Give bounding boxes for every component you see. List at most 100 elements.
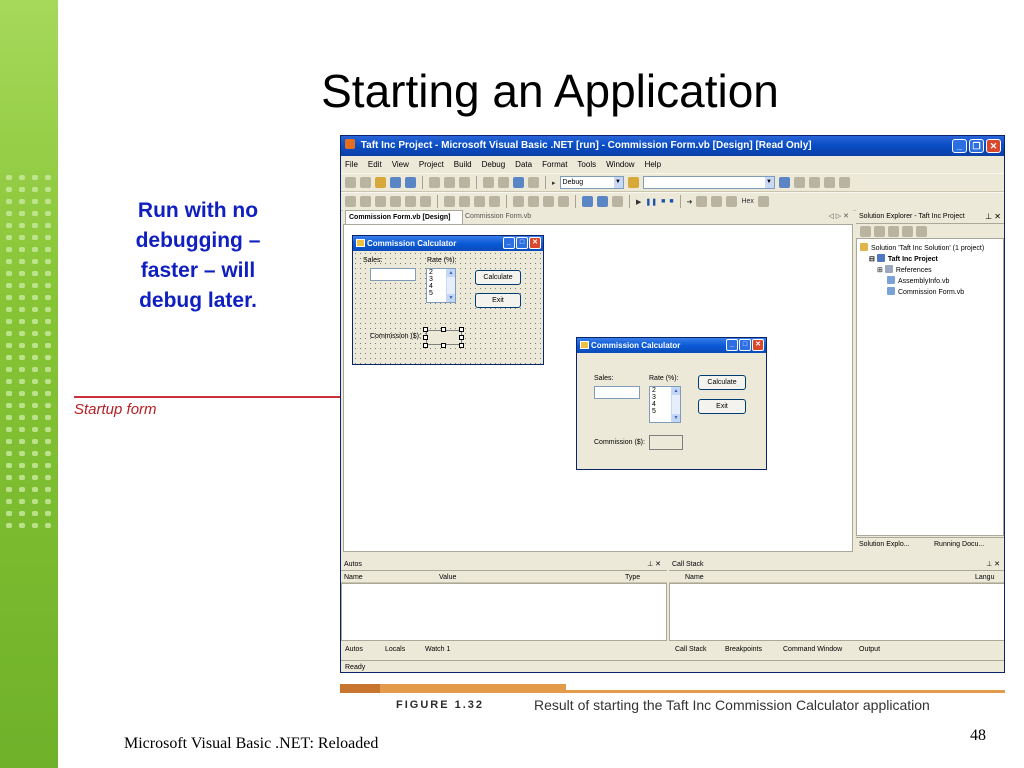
ide-title-bar[interactable]: Taft Inc Project - Microsoft Visual Basi… [341, 136, 1004, 156]
find-combo[interactable]: ▼ [642, 176, 775, 189]
tab-autos[interactable]: Autos [345, 643, 363, 657]
solution-explorer-icon[interactable] [778, 177, 790, 188]
step-out-icon[interactable] [726, 196, 738, 207]
selection-handle[interactable] [441, 343, 446, 348]
menu-format[interactable]: Format [542, 156, 567, 173]
design-time-form[interactable]: Commission Calculator _ □ ✕ Sales: Rate … [352, 235, 544, 365]
column-header[interactable]: Langu [975, 572, 994, 583]
restore-button[interactable]: ❐ [969, 139, 984, 153]
listbox-scrollbar[interactable]: ▲ ▼ [446, 269, 455, 302]
column-header[interactable]: Name [344, 572, 363, 583]
class-view-icon[interactable] [823, 177, 835, 188]
restart-icon[interactable]: ■ [669, 198, 673, 205]
tree-item-assemblyinfo[interactable]: AssemblyInfo.vb [887, 276, 949, 286]
tab-command-window[interactable]: Command Window [783, 643, 842, 657]
tree-item-solution[interactable]: Solution 'Taft Inc Solution' (1 project) [860, 243, 984, 253]
send-to-back-icon[interactable] [597, 196, 608, 207]
center-horizontally-icon[interactable] [543, 196, 554, 207]
align-lefts-icon[interactable] [345, 196, 356, 207]
make-same-size-icon[interactable] [474, 196, 485, 207]
selection-handle[interactable] [459, 327, 464, 332]
close-button[interactable]: ✕ [752, 339, 764, 351]
navigate-forward-icon[interactable] [528, 177, 539, 188]
tab-solution-explorer[interactable]: Solution Explo... [859, 538, 910, 552]
add-item-icon[interactable] [360, 177, 371, 188]
minimize-button[interactable]: _ [726, 339, 738, 351]
menu-project[interactable]: Project [419, 156, 444, 173]
continue-icon[interactable]: ▶ [636, 198, 641, 206]
toolbar-options-icon[interactable] [838, 177, 850, 188]
show-all-files-icon[interactable] [902, 226, 913, 237]
calculate-button[interactable]: Calculate [475, 270, 521, 285]
expand-icon[interactable]: ⊞ [877, 267, 885, 274]
menu-tools[interactable]: Tools [577, 156, 596, 173]
cut-icon[interactable] [429, 177, 440, 188]
menu-window[interactable]: Window [606, 156, 634, 173]
listbox-scrollbar[interactable]: ▲ ▼ [671, 387, 680, 422]
tab-locals[interactable]: Locals [385, 643, 405, 657]
sales-textbox[interactable] [370, 268, 416, 281]
tab-breakpoints[interactable]: Breakpoints [725, 643, 762, 657]
lock-controls-icon[interactable] [612, 196, 623, 207]
tree-item-project[interactable]: ⊟ Taft Inc Project [869, 254, 938, 264]
align-tops-icon[interactable] [390, 196, 401, 207]
pin-close-icons[interactable]: ⊥ ✕ [986, 558, 1000, 571]
find-icon[interactable] [627, 177, 639, 188]
redo-icon[interactable] [498, 177, 509, 188]
menu-edit[interactable]: Edit [368, 156, 382, 173]
running-form[interactable]: Commission Calculator _ □ ✕ Sales: Rate … [576, 337, 767, 470]
new-project-icon[interactable] [345, 177, 356, 188]
menu-data[interactable]: Data [515, 156, 532, 173]
align-centers-icon[interactable] [360, 196, 371, 207]
tree-item-commission-form[interactable]: Commission Form.vb [887, 287, 964, 297]
horizontal-spacing-icon[interactable] [513, 196, 524, 207]
save-icon[interactable] [390, 177, 401, 188]
scroll-down-icon[interactable]: ▼ [672, 414, 680, 422]
maximize-button[interactable]: □ [739, 339, 751, 351]
step-into-icon[interactable] [696, 196, 708, 207]
tab-running-documents[interactable]: Running Docu... [934, 538, 984, 552]
open-folder-icon[interactable] [375, 177, 386, 188]
show-next-statement-icon[interactable]: ➜ [687, 198, 693, 206]
vertical-spacing-icon[interactable] [528, 196, 539, 207]
pin-close-icons[interactable]: ⊥ ✕ [647, 558, 661, 571]
selection-handle[interactable] [423, 335, 428, 340]
make-same-height-icon[interactable] [459, 196, 470, 207]
tab-scroll-close-controls[interactable]: ◁ ▷ ✕ [828, 210, 849, 224]
tab-output[interactable]: Output [859, 643, 880, 657]
center-vertically-icon[interactable] [558, 196, 569, 207]
navigate-back-icon[interactable] [513, 177, 524, 188]
close-button[interactable]: ✕ [986, 139, 1001, 153]
running-form-title-bar[interactable]: Commission Calculator _ □ ✕ [577, 338, 766, 353]
calculate-button[interactable]: Calculate [698, 375, 746, 390]
copy-icon[interactable] [444, 177, 455, 188]
break-all-icon[interactable]: ❚❚ [645, 198, 657, 206]
size-to-grid-icon[interactable] [489, 196, 500, 207]
step-over-icon[interactable] [711, 196, 723, 207]
rate-listbox[interactable]: 2 3 4 5 ▲ ▼ [649, 386, 681, 423]
menu-help[interactable]: Help [645, 156, 661, 173]
properties-icon[interactable] [916, 226, 927, 237]
scroll-up-icon[interactable]: ▲ [447, 269, 455, 277]
selection-handle[interactable] [459, 343, 464, 348]
sales-textbox[interactable] [594, 386, 640, 399]
view-designer-icon[interactable] [874, 226, 885, 237]
collapse-icon[interactable]: ⊟ [869, 256, 877, 263]
align-bottoms-icon[interactable] [420, 196, 431, 207]
pin-close-icons[interactable]: ⊥ ✕ [985, 210, 1001, 224]
stop-debugging-icon[interactable]: ■ [661, 198, 665, 205]
bring-to-front-icon[interactable] [582, 196, 593, 207]
view-code-icon[interactable] [860, 226, 871, 237]
column-header[interactable]: Value [439, 572, 456, 583]
align-rights-icon[interactable] [375, 196, 386, 207]
scroll-up-icon[interactable]: ▲ [672, 387, 680, 395]
refresh-icon[interactable] [888, 226, 899, 237]
exit-button[interactable]: Exit [475, 293, 521, 308]
solution-config-combo[interactable]: Debug ▼ [559, 176, 624, 189]
column-header[interactable]: Name [685, 572, 704, 583]
tab-call-stack[interactable]: Call Stack [675, 643, 707, 657]
save-all-icon[interactable] [405, 177, 416, 188]
scroll-down-icon[interactable]: ▼ [447, 294, 455, 302]
make-same-width-icon[interactable] [444, 196, 455, 207]
menu-debug[interactable]: Debug [482, 156, 506, 173]
